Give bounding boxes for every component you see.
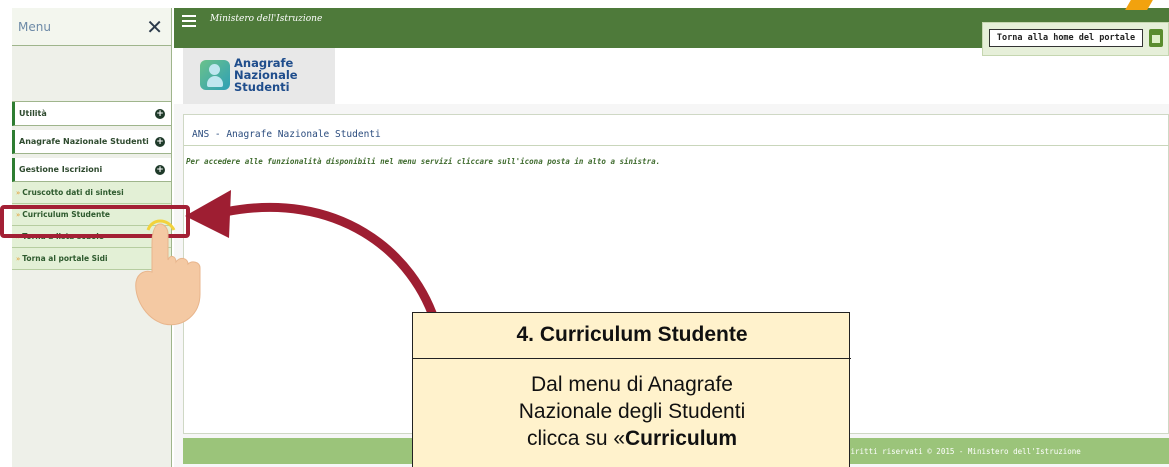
sidebar-item-utilita[interactable]: Utilità + bbox=[12, 102, 171, 126]
ans-logo-icon bbox=[200, 60, 230, 90]
sidebar-item-anagrafe[interactable]: Anagrafe Nazionale Studenti + bbox=[12, 130, 171, 154]
callout-bold-text: Curriculum bbox=[625, 427, 738, 450]
portal-box: Torna alla home del portale bbox=[982, 22, 1169, 56]
instruction-callout: 4. Curriculum Studente Dal menu di Anagr… bbox=[412, 312, 851, 467]
callout-divider bbox=[413, 358, 851, 359]
calendar-icon[interactable] bbox=[1149, 29, 1163, 47]
callout-line: Dal menu di Anagrafe bbox=[531, 373, 733, 396]
chevron-right-icon: » bbox=[16, 188, 21, 197]
callout-body: Dal menu di Anagrafe Nazionale degli Stu… bbox=[413, 371, 851, 452]
ans-logo-text: Anagrafe Nazionale Studenti bbox=[234, 57, 298, 93]
submenu-item-label: Cruscotto dati di sintesi bbox=[22, 188, 124, 197]
callout-title: 4. Curriculum Studente bbox=[516, 323, 748, 346]
expand-plus-icon[interactable]: + bbox=[155, 164, 165, 175]
pointing-hand-icon bbox=[135, 219, 201, 326]
submenu-item-cruscotto[interactable]: » Cruscotto dati di sintesi bbox=[12, 182, 171, 204]
callout-line: Nazionale degli Studenti bbox=[518, 400, 746, 423]
sidebar-header: Menu ✕ bbox=[12, 8, 171, 46]
curved-arrow-icon bbox=[185, 190, 442, 330]
ministry-title: Ministero dell'Istruzione bbox=[210, 14, 323, 24]
expand-plus-icon[interactable]: + bbox=[155, 136, 165, 147]
sidebar-item-label: Utilità bbox=[19, 109, 47, 118]
callout-line: clicca su «Curriculum bbox=[413, 425, 851, 452]
sidebar-title: Menu bbox=[18, 19, 51, 34]
close-icon[interactable]: ✕ bbox=[146, 17, 163, 37]
callout-text: clicca su « bbox=[526, 427, 626, 450]
ans-logo-area: Anagrafe Nazionale Studenti bbox=[183, 48, 335, 104]
sidebar-spacer bbox=[12, 46, 171, 102]
frame-top bbox=[0, 0, 1169, 8]
submenu-item-label: Torna al portale Sidi bbox=[22, 254, 108, 263]
back-to-portal-button[interactable]: Torna alla home del portale bbox=[989, 29, 1143, 47]
hamburger-menu-icon[interactable] bbox=[182, 15, 196, 27]
sidebar-item-gestione-iscrizioni[interactable]: Gestione Iscrizioni + bbox=[12, 158, 171, 182]
footer-copyright: diritti riservati © 2015 - Ministero del… bbox=[846, 447, 1081, 456]
chevron-right-icon: » bbox=[16, 254, 21, 263]
divider bbox=[184, 145, 1169, 146]
page-title: ANS - Anagrafe Nazionale Studenti bbox=[192, 129, 381, 140]
expand-plus-icon[interactable]: + bbox=[155, 108, 165, 119]
logo-line: Studenti bbox=[234, 80, 290, 94]
sidebar-item-label: Anagrafe Nazionale Studenti bbox=[19, 137, 149, 146]
sidebar-item-label: Gestione Iscrizioni bbox=[19, 165, 103, 174]
